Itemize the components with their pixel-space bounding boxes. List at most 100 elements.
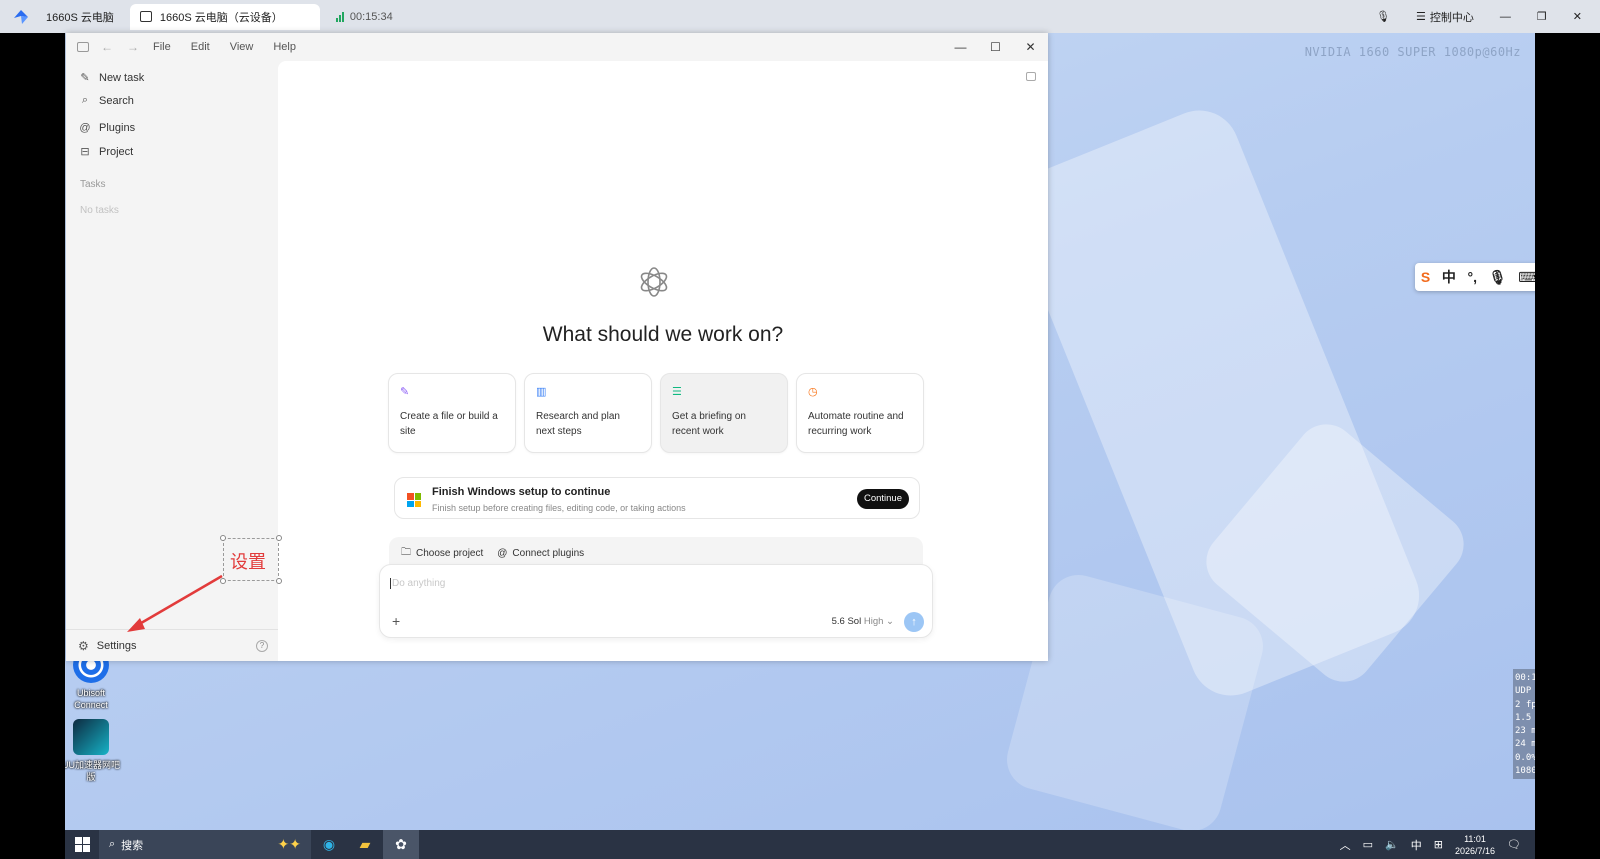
tasks-section-label: Tasks xyxy=(80,179,106,190)
settings-button[interactable]: ⚙ Settings ? xyxy=(66,629,278,661)
suggestion-card-research[interactable]: ▥ Research and plan next steps xyxy=(524,373,652,453)
search-icon: ⌕ xyxy=(109,838,116,850)
title-bar: ← → File Edit View Help — ☐ ✕ xyxy=(66,33,1048,61)
mic-muted-icon[interactable]: 🎙 xyxy=(1376,10,1390,23)
forward-icon[interactable]: → xyxy=(127,40,139,54)
maximize-button[interactable]: ☐ xyxy=(978,33,1013,61)
host-tab-label: 1660S 云电脑（云设备） xyxy=(159,11,283,24)
timer-text: 00:15:34 xyxy=(349,10,393,23)
gear-icon: ⚙ xyxy=(78,638,89,653)
windows-taskbar: ⌕ 搜索 ✦✦ ◉ ▰ ✿ ︿ ▭ 🔈 中 ⊞ 11:01 2026/7/16 🗨 xyxy=(65,830,1535,859)
sidebar-toggle-icon[interactable] xyxy=(77,42,89,52)
openai-logo-icon: ✿ xyxy=(395,836,407,852)
start-button[interactable] xyxy=(65,837,99,852)
no-tasks-text: No tasks xyxy=(80,205,119,216)
folder-icon: 🗀 xyxy=(401,546,411,558)
map-icon: ▥ xyxy=(536,386,547,398)
signal-icon xyxy=(335,11,344,22)
taskbar-search[interactable]: ⌕ 搜索 ✦✦ xyxy=(99,830,311,859)
sogou-icon[interactable]: S xyxy=(1421,269,1430,285)
minimize-host-button[interactable]: — xyxy=(1500,11,1511,23)
folder-icon: ▰ xyxy=(359,836,371,852)
ime-mode-toggle[interactable]: 中 xyxy=(1442,267,1456,287)
close-button[interactable]: ✕ xyxy=(1013,33,1048,61)
plugin-icon: @ xyxy=(79,122,91,134)
network-icon[interactable]: ▭ xyxy=(1363,838,1373,851)
windows-logo-icon xyxy=(407,493,421,507)
sidebar-item-plugins[interactable]: @ Plugins xyxy=(78,122,135,134)
punctuation-icon[interactable]: °, xyxy=(1468,269,1478,285)
notification-icon[interactable]: 🗨 xyxy=(1507,838,1521,851)
pen-icon: ✎ xyxy=(400,386,410,398)
close-host-button[interactable]: ✕ xyxy=(1573,10,1582,23)
connect-plugins-button[interactable]: @ Connect plugins xyxy=(497,548,584,559)
ime-toolbar[interactable]: S 中 °, 🎙 ⌨ 👕 Ai xyxy=(1415,263,1535,291)
app-logo-icon xyxy=(14,9,28,24)
chevron-down-icon: ⌄ xyxy=(886,616,894,627)
host-top-bar: 1660S 云电脑 1660S 云电脑（云设备） 00:15:34 🎙 ☰ 控制中… xyxy=(0,0,1600,33)
page-title: What should we work on? xyxy=(542,323,784,346)
menu-file[interactable]: File xyxy=(153,41,171,53)
windows-start-icon xyxy=(74,837,90,852)
app-window: ← → File Edit View Help — ☐ ✕ ✎ New task … xyxy=(66,33,1048,661)
volume-icon[interactable]: 🔈 xyxy=(1385,838,1399,851)
ime-grid-icon[interactable]: ⊞ xyxy=(1434,838,1443,851)
taskbar-chatgpt[interactable]: ✿ xyxy=(383,830,419,859)
send-button[interactable]: ↑ xyxy=(904,612,924,632)
minimize-button[interactable]: — xyxy=(943,33,978,61)
edit-icon: ✎ xyxy=(80,72,90,84)
host-tab-2[interactable]: 1660S 云电脑（云设备） xyxy=(129,3,320,30)
choose-project-button[interactable]: 🗀 Choose project xyxy=(401,545,483,562)
host-tab-label: 1660S 云电脑 xyxy=(46,11,114,24)
control-center-button[interactable]: ☰ 控制中心 xyxy=(1416,9,1474,25)
windows-setup-banner: Finish Windows setup to continue Finish … xyxy=(394,477,920,519)
sidebar-item-search[interactable]: ⌕ Search xyxy=(78,94,134,107)
prompt-composer[interactable]: Do anything + 5.6 Sol High ⌄ ↑ xyxy=(379,564,933,638)
keyboard-icon[interactable]: ⌨ xyxy=(1518,269,1535,286)
session-timer: 00:15:34 xyxy=(335,10,393,23)
sidebar-item-new-task[interactable]: ✎ New task xyxy=(78,71,144,85)
list-icon: ☰ xyxy=(672,386,682,398)
gpu-label: NVIDIA 1660 SUPER 1080p@60Hz xyxy=(1304,45,1521,59)
clock[interactable]: 11:01 2026/7/16 xyxy=(1455,833,1495,857)
search-icon: ⌕ xyxy=(81,94,89,106)
panel-toggle-icon[interactable] xyxy=(1026,72,1036,81)
sparkle-icon: ✦✦ xyxy=(277,836,301,852)
chevron-up-icon[interactable]: ︿ xyxy=(1340,837,1351,853)
stream-stats: 00:15:33 UDP relay 2 fps 1.5 Mbps 23 ms … xyxy=(1513,669,1535,779)
annotation-label: 设置 xyxy=(230,552,266,572)
prompt-input[interactable]: Do anything xyxy=(390,578,445,589)
add-attachment-icon[interactable]: + xyxy=(392,613,400,629)
back-icon[interactable]: ← xyxy=(101,40,113,54)
setup-title: Finish Windows setup to continue xyxy=(432,486,611,498)
sidebar-item-project[interactable]: ⊟ Project xyxy=(78,145,133,159)
control-center-icon: ☰ xyxy=(1416,11,1426,23)
uu-accelerator-icon xyxy=(73,719,109,755)
letterbox-right xyxy=(1535,33,1600,859)
suggestion-card-briefing[interactable]: ☰ Get a briefing on recent work xyxy=(660,373,788,453)
restore-host-button[interactable]: ❐ xyxy=(1537,10,1547,23)
suggestion-card-create[interactable]: ✎ Create a file or build a site xyxy=(388,373,516,453)
help-icon[interactable]: ? xyxy=(256,639,268,652)
menu-help[interactable]: Help xyxy=(273,41,296,53)
taskbar-edge[interactable]: ◉ xyxy=(311,830,347,859)
openai-logo-icon xyxy=(640,267,668,297)
setup-subtitle: Finish setup before creating files, edit… xyxy=(432,503,686,513)
taskbar-explorer[interactable]: ▰ xyxy=(347,830,383,859)
plugin-icon: @ xyxy=(497,547,508,559)
edge-icon: ◉ xyxy=(322,836,336,852)
suggestion-card-automate[interactable]: ◷ Automate routine and recurring work xyxy=(796,373,924,453)
voice-icon[interactable]: 🎙 xyxy=(1489,269,1507,286)
project-icon: ⊟ xyxy=(80,146,90,158)
model-selector[interactable]: 5.6 Sol High ⌄ xyxy=(832,616,894,627)
host-tab-1[interactable]: 1660S 云电脑 xyxy=(36,4,124,30)
screen-icon xyxy=(139,11,152,22)
clock-icon: ◷ xyxy=(808,386,818,398)
desktop-icon-uu[interactable]: UU加速器网吧版 xyxy=(65,719,121,783)
menu-edit[interactable]: Edit xyxy=(191,41,210,53)
system-tray: ︿ ▭ 🔈 中 ⊞ 11:01 2026/7/16 🗨 xyxy=(1340,830,1535,859)
menu-view[interactable]: View xyxy=(230,41,254,53)
ime-indicator[interactable]: 中 xyxy=(1411,837,1422,853)
main-panel: What should we work on? ✎ Create a file … xyxy=(278,61,1048,661)
continue-button[interactable]: Continue xyxy=(856,489,909,509)
